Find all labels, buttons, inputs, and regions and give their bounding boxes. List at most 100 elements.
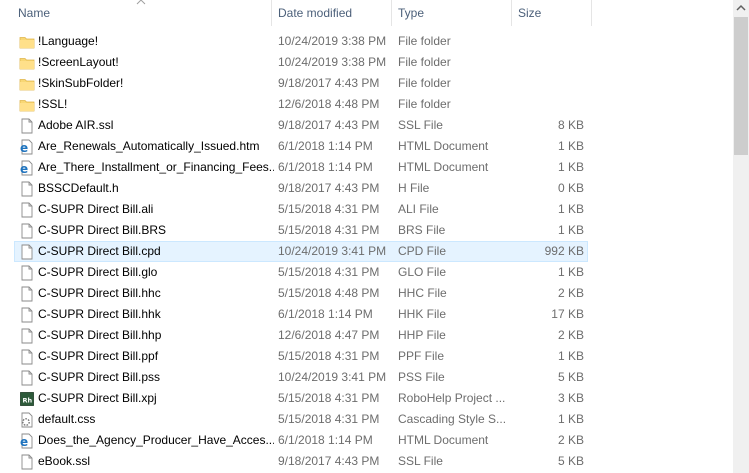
file-row[interactable]: !SkinSubFolder! 9/18/2017 4:43 PM File fol… [14,73,588,94]
html-icon: e [19,160,35,176]
file-name: !SkinSubFolder! [38,76,124,90]
file-size: 8 KB [557,118,584,132]
svg-text:e: e [20,141,28,155]
file-name: !ScreenLayout! [38,55,119,69]
file-size: 0 KB [557,181,584,195]
svg-text:Rh: Rh [23,397,33,405]
file-date-modified: 9/18/2017 4:43 PM [278,76,380,90]
css-icon [19,412,35,428]
file-icon [19,181,35,197]
file-icon [19,328,35,344]
file-size: 1 KB [557,160,584,174]
file-row[interactable]: C-SUPR Direct Bill.glo 5/15/2018 4:31 PM G… [14,262,588,283]
file-size: 2 KB [557,286,584,300]
file-icon [19,349,35,365]
file-icon [19,223,35,239]
file-row[interactable]: BSSCDefault.h 9/18/2017 4:43 PM H File 0 KB [14,178,588,199]
file-type: SSL File [398,118,443,132]
file-row[interactable]: Adobe AIR.ssl 9/18/2017 4:43 PM SSL File 8 … [14,115,588,136]
column-header-type[interactable]: Type [392,0,510,26]
file-name: C-SUPR Direct Bill.pss [38,370,161,384]
file-size: 1 KB [557,139,584,153]
file-row[interactable]: C-SUPR Direct Bill.hhc 5/15/2018 4:48 PM H… [14,283,588,304]
file-type: HTML Document [398,139,489,153]
file-date-modified: 6/1/2018 1:14 PM [278,139,373,153]
file-type: PPF File [398,349,445,363]
file-type: PSS File [398,370,445,384]
file-type: File folder [398,97,451,111]
file-row[interactable]: Rh C-SUPR Direct Bill.xpj 5/15/2018 4:31 P… [14,388,588,409]
file-size: 1 KB [557,223,584,237]
file-row[interactable]: !SSL! 12/6/2018 4:48 PM File folder [14,94,588,115]
file-date-modified: 5/15/2018 4:31 PM [278,349,380,363]
file-name: Does_the_Agency_Producer_Have_Acces... [38,433,274,447]
file-name: C-SUPR Direct Bill.cpd [38,244,161,258]
file-type: GLO File [398,265,447,279]
file-row[interactable]: eBook.ssl 9/18/2017 4:43 PM SSL File 5 KB [14,451,588,472]
file-name: Are_There_Installment_or_Financing_Fees.… [38,160,274,174]
file-row[interactable]: C-SUPR Direct Bill.hhp 12/6/2018 4:47 PM H… [14,325,588,346]
file-row[interactable]: e Does_the_Agency_Producer_Have_Acces... 6… [14,430,588,451]
column-header-name[interactable]: Name [12,0,270,26]
file-row[interactable]: e Are_Renewals_Automatically_Issued.htm 6/… [14,136,588,157]
folder-icon [19,97,35,113]
html-icon: e [19,433,35,449]
file-size: 5 KB [557,454,584,468]
file-date-modified: 6/1/2018 1:14 PM [278,160,373,174]
column-header-date-modified[interactable]: Date modified [272,0,390,26]
file-row[interactable]: C-SUPR Direct Bill.BRS 5/15/2018 4:31 PM B… [14,220,588,241]
file-type: ALI File [398,202,439,216]
file-date-modified: 9/18/2017 4:43 PM [278,454,380,468]
file-row[interactable]: C-SUPR Direct Bill.pss 10/24/2019 3:41 PM… [14,367,588,388]
file-type: File folder [398,34,451,48]
file-size: 1 KB [557,265,584,279]
file-type: CPD File [398,244,447,258]
file-row[interactable]: C-SUPR Direct Bill.ali 5/15/2018 4:31 PM A… [14,199,588,220]
file-type: HTML Document [398,160,489,174]
file-icon [19,454,35,470]
file-icon [19,307,35,323]
file-name: Are_Renewals_Automatically_Issued.htm [38,139,260,153]
file-row[interactable]: e Are_There_Installment_or_Financing_Fees… [14,157,588,178]
scroll-up-arrow-icon[interactable] [733,0,749,17]
svg-text:e: e [20,435,28,449]
html-icon: e [19,139,35,155]
file-type: File folder [398,76,451,90]
file-row[interactable]: !Language! 10/24/2019 3:38 PM File folder [14,31,588,52]
file-name: !Language! [38,34,99,48]
file-name: C-SUPR Direct Bill.BRS [38,223,167,237]
column-header-size[interactable]: Size [512,0,590,26]
file-name: C-SUPR Direct Bill.hhk [38,307,161,321]
file-date-modified: 5/15/2018 4:31 PM [278,202,380,216]
file-row[interactable]: C-SUPR Direct Bill.cpd 10/24/2019 3:41 PM… [14,241,588,262]
file-icon [19,118,35,134]
file-icon [19,244,35,260]
file-name: BSSCDefault.h [38,181,119,195]
folder-icon [19,55,35,71]
file-type: BRS File [398,223,446,237]
scrollbar-thumb[interactable] [734,17,748,155]
file-date-modified: 5/15/2018 4:48 PM [278,286,380,300]
file-size: 1 KB [557,412,584,426]
file-row[interactable]: default.css 5/15/2018 4:31 PM Cascading St… [14,409,588,430]
file-type: HHC File [398,286,447,300]
file-date-modified: 9/18/2017 4:43 PM [278,118,380,132]
svg-text:e: e [20,162,28,176]
column-divider[interactable] [591,0,592,26]
file-row[interactable]: C-SUPR Direct Bill.hhk 6/1/2018 1:14 PM HH… [14,304,588,325]
file-type: HTML Document [398,433,489,447]
file-type: HHK File [398,307,447,321]
file-name: eBook.ssl [38,454,91,468]
file-name: C-SUPR Direct Bill.hhp [38,328,162,342]
file-row[interactable]: !ScreenLayout! 10/24/2019 3:38 PM File fol… [14,52,588,73]
vertical-scrollbar[interactable] [733,0,749,473]
file-row[interactable]: C-SUPR Direct Bill.ppf 5/15/2018 4:31 PM P… [14,346,588,367]
file-type: Cascading Style S... [398,412,507,426]
file-date-modified: 12/6/2018 4:48 PM [278,97,380,111]
file-date-modified: 10/24/2019 3:41 PM [278,244,387,258]
file-size: 3 KB [557,391,584,405]
file-name: default.css [38,412,96,426]
folder-icon [19,34,35,50]
file-type: RoboHelp Project ... [398,391,506,405]
file-icon [19,370,35,386]
